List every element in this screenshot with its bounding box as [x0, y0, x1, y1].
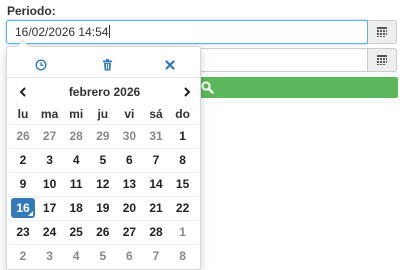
calendar-day-other-month[interactable]: 4	[64, 246, 88, 266]
close-picker-button[interactable]	[161, 57, 179, 73]
calendar-day-other-month[interactable]: 8	[171, 246, 195, 266]
calendar-day[interactable]: 12	[91, 174, 115, 194]
weekday-header: ma	[40, 107, 59, 121]
calendar-day[interactable]: 27	[117, 222, 141, 242]
calendar-day-other-month[interactable]: 1	[171, 222, 195, 242]
weekday-header: sá	[149, 107, 163, 121]
calendar-day-other-month[interactable]: 3	[38, 246, 62, 266]
calendar-day-other-month[interactable]: 30	[117, 126, 141, 146]
calendar-day-other-month[interactable]: 2	[11, 246, 35, 266]
calendar-day-other-month[interactable]: 28	[64, 126, 88, 146]
calendar-day[interactable]: 24	[38, 222, 62, 242]
calendar-day[interactable]: 5	[91, 150, 115, 170]
select-time-button[interactable]	[32, 57, 50, 73]
week-row-divider	[9, 244, 199, 245]
weekday-header: ju	[97, 107, 109, 121]
calendar-day[interactable]: 20	[117, 198, 141, 218]
calendar-day-other-month[interactable]: 26	[11, 126, 35, 146]
calendar-day[interactable]: 8	[171, 150, 195, 170]
calendar-icon	[377, 27, 387, 37]
trash-icon	[102, 59, 112, 71]
week-row-divider	[9, 196, 199, 197]
week-row-divider	[9, 172, 199, 173]
end-calendar-button[interactable]	[368, 48, 397, 72]
period-label: Periodo:	[7, 4, 56, 18]
calendar-day-other-month[interactable]: 31	[144, 126, 168, 146]
calendar-day-other-month[interactable]: 5	[91, 246, 115, 266]
calendar-day-other-month[interactable]: 6	[117, 246, 141, 266]
search-icon	[201, 81, 214, 94]
calendar-day[interactable]: 19	[91, 198, 115, 218]
calendar-icon	[377, 55, 387, 65]
week-row-divider	[9, 148, 199, 149]
calendar-day-selected[interactable]: 16	[11, 198, 35, 218]
chevron-left-icon	[19, 87, 26, 97]
weekday-header: mi	[69, 107, 84, 121]
calendar-day[interactable]: 10	[38, 174, 62, 194]
week-row-divider	[9, 124, 199, 125]
weekday-header: vi	[124, 107, 135, 121]
calendar-day[interactable]: 14	[144, 174, 168, 194]
datetime-picker-popup: febrero 2026 lu ma mi ju vi sá do 26 27 28 29 30 31 1…	[6, 40, 201, 270]
calendar-day[interactable]: 11	[64, 174, 88, 194]
calendar-day[interactable]: 23	[11, 222, 35, 242]
calendar-day[interactable]: 21	[144, 198, 168, 218]
calendar-day[interactable]: 17	[38, 198, 62, 218]
next-month-button[interactable]	[177, 82, 197, 102]
calendar-day-other-month[interactable]: 27	[38, 126, 62, 146]
calendar-day[interactable]: 22	[171, 198, 195, 218]
start-datetime-value: 16/02/2026 14:54	[15, 25, 109, 39]
calendar-day-other-month[interactable]: 7	[144, 246, 168, 266]
calendar-day[interactable]: 2	[11, 150, 35, 170]
weekday-header: lu	[17, 107, 29, 121]
month-navigation: febrero 2026	[7, 82, 200, 102]
calendar-day-other-month[interactable]: 29	[91, 126, 115, 146]
calendar-day[interactable]: 7	[144, 150, 168, 170]
start-calendar-button[interactable]	[368, 20, 397, 44]
previous-month-button[interactable]	[13, 82, 33, 102]
calendar-day[interactable]: 26	[91, 222, 115, 242]
weekday-header: do	[175, 107, 190, 121]
calendar-day[interactable]: 25	[64, 222, 88, 242]
calendar-day[interactable]: 15	[171, 174, 195, 194]
clear-button[interactable]	[98, 57, 116, 73]
calendar-day[interactable]: 3	[38, 150, 62, 170]
calendar-day[interactable]: 28	[144, 222, 168, 242]
clock-icon	[35, 59, 47, 71]
week-row-divider	[9, 220, 199, 221]
text-cursor	[109, 25, 111, 38]
calendar-day[interactable]: 6	[117, 150, 141, 170]
picker-toolbar	[7, 55, 200, 75]
calendar-day[interactable]: 18	[64, 198, 88, 218]
month-year-title[interactable]: febrero 2026	[47, 85, 162, 99]
calendar-day[interactable]: 4	[64, 150, 88, 170]
calendar-day[interactable]: 9	[11, 174, 35, 194]
toolbar-divider	[7, 77, 200, 78]
close-icon	[165, 60, 175, 70]
calendar-day[interactable]: 13	[117, 174, 141, 194]
start-datetime-input[interactable]: 16/02/2026 14:54	[6, 20, 368, 44]
chevron-right-icon	[184, 87, 191, 97]
calendar-day[interactable]: 1	[171, 126, 195, 146]
